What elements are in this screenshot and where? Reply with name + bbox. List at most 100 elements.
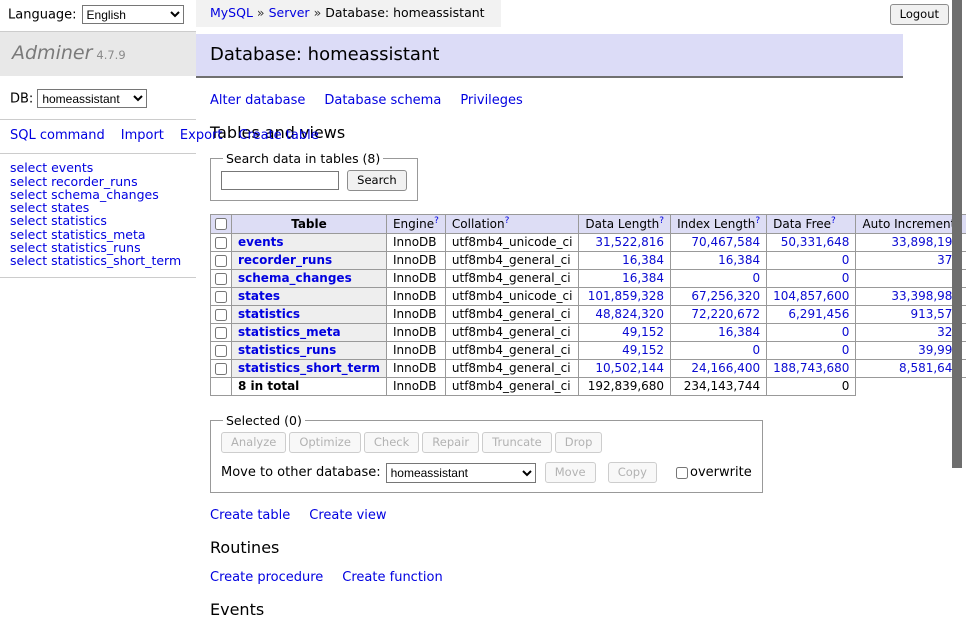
engine-cell: InnoDB [386, 360, 445, 378]
routines-heading: Routines [210, 538, 903, 557]
table-link-statistics[interactable]: statistics [238, 307, 300, 321]
row-checkbox-cell [211, 288, 232, 306]
sidebar-link-import[interactable]: Import [121, 128, 164, 143]
sidebar-item-select-statistics-runs[interactable]: select statistics_runs [10, 241, 186, 254]
header-checkbox-cell [211, 215, 232, 234]
search-legend: Search data in tables (8) [223, 151, 383, 166]
db-selector-row: DB:homeassistant [0, 76, 196, 120]
row-checkbox-states[interactable] [215, 291, 227, 303]
collation-cell: utf8mb4_general_ci [445, 342, 579, 360]
create-view-link[interactable]: Create view [309, 508, 386, 523]
row-checkbox-cell [211, 306, 232, 324]
overwrite-checkbox[interactable] [676, 467, 688, 479]
optimize-button[interactable]: Optimize [289, 432, 361, 453]
select-all-checkbox[interactable] [215, 218, 227, 230]
table-search-input[interactable] [221, 171, 339, 190]
table-row: recorder_runsInnoDButf8mb4_general_ci16,… [211, 252, 966, 270]
help-icon[interactable]: ? [434, 216, 439, 226]
logout-button[interactable]: Logout [890, 4, 949, 25]
table-header-row: TableEngine?Collation?Data Length?Index … [211, 215, 966, 234]
table-link-recorder_runs[interactable]: recorder_runs [238, 253, 332, 267]
table-name-cell: statistics_runs [232, 342, 387, 360]
collation-cell: utf8mb4_general_ci [445, 252, 579, 270]
breadcrumb-current: Database: homeassistant [325, 5, 484, 20]
analyze-button[interactable]: Analyze [221, 432, 286, 453]
move-button[interactable]: Move [545, 462, 596, 483]
row-checkbox-recorder_runs[interactable] [215, 255, 227, 267]
engine-cell: InnoDB [386, 270, 445, 288]
row-checkbox-statistics_runs[interactable] [215, 345, 227, 357]
language-select[interactable]: English [82, 5, 184, 24]
vertical-scrollbar[interactable] [952, 0, 962, 543]
table-name-cell: statistics [232, 306, 387, 324]
breadcrumb-separator: » [314, 5, 322, 20]
sidebar-table-links: select eventsselect recorder_runsselect … [0, 154, 196, 277]
table-link-statistics_runs[interactable]: statistics_runs [238, 343, 336, 357]
data-length-cell: 48,824,320 [579, 306, 671, 324]
sidebar-link-export[interactable]: Export [180, 128, 223, 143]
index-length-cell: 70,467,584 [671, 234, 767, 252]
help-icon[interactable]: ? [755, 216, 760, 226]
column-header-data-free: Data Free? [767, 215, 856, 234]
privileges-link[interactable]: Privileges [460, 93, 523, 108]
copy-button[interactable]: Copy [608, 462, 657, 483]
help-icon[interactable]: ? [831, 216, 836, 226]
index-length-cell: 0 [671, 270, 767, 288]
overwrite-label-wrap: overwrite [672, 465, 752, 480]
sidebar-item-select-events[interactable]: select events [10, 161, 186, 174]
row-checkbox-statistics[interactable] [215, 309, 227, 321]
table-link-events[interactable]: events [238, 235, 284, 249]
data-free-cell: 6,291,456 [767, 306, 856, 324]
move-label: Move to other database: [221, 465, 381, 480]
routine-links: Create procedure Create function [210, 570, 889, 585]
database-schema-link[interactable]: Database schema [324, 93, 441, 108]
help-icon[interactable]: ? [659, 216, 664, 226]
language-row: Language:English [0, 0, 196, 32]
table-link-schema_changes[interactable]: schema_changes [238, 271, 352, 285]
sidebar-item-select-statistics[interactable]: select statistics [10, 214, 186, 227]
create-function-link[interactable]: Create function [342, 570, 442, 585]
scrollbar-thumb[interactable] [952, 0, 962, 468]
table-row: schema_changesInnoDButf8mb4_general_ci16… [211, 270, 966, 288]
row-checkbox-schema_changes[interactable] [215, 273, 227, 285]
app-header: Adminer4.7.9 [0, 32, 196, 76]
breadcrumb-server[interactable]: Server [269, 5, 310, 20]
sidebar-item-select-recorder-runs[interactable]: select recorder_runs [10, 175, 186, 188]
create-procedure-link[interactable]: Create procedure [210, 570, 323, 585]
breadcrumb-mysql[interactable]: MySQL [210, 5, 253, 20]
search-button[interactable]: Search [347, 170, 407, 191]
table-link-statistics_short_term[interactable]: statistics_short_term [238, 361, 380, 375]
move-db-select[interactable]: homeassistant [386, 463, 536, 483]
sidebar-item-select-statistics-meta[interactable]: select statistics_meta [10, 228, 186, 241]
engine-cell: InnoDB [386, 252, 445, 270]
sidebar-link-create-table[interactable]: Create table [238, 128, 318, 143]
table-name-cell: recorder_runs [232, 252, 387, 270]
table-row: statisticsInnoDButf8mb4_general_ci48,824… [211, 306, 966, 324]
table-link-statistics_meta[interactable]: statistics_meta [238, 325, 341, 339]
alter-database-link[interactable]: Alter database [210, 93, 305, 108]
table-row: statistics_metaInnoDButf8mb4_general_ci4… [211, 324, 966, 342]
db-select[interactable]: homeassistant [37, 89, 147, 108]
create-table-link[interactable]: Create table [210, 508, 290, 523]
table-link-states[interactable]: states [238, 289, 280, 303]
sidebar-link-sql-command[interactable]: SQL command [10, 128, 105, 143]
help-icon[interactable]: ? [505, 216, 510, 226]
row-checkbox-events[interactable] [215, 237, 227, 249]
sidebar-item-select-statistics-short-term[interactable]: select statistics_short_term [10, 254, 186, 267]
data-length-cell: 16,384 [579, 252, 671, 270]
index-length-cell: 67,256,320 [671, 288, 767, 306]
data-free-cell: 0 [767, 270, 856, 288]
index-length-cell: 16,384 [671, 252, 767, 270]
data-free-cell: 104,857,600 [767, 288, 856, 306]
row-checkbox-cell [211, 270, 232, 288]
truncate-button[interactable]: Truncate [482, 432, 552, 453]
row-checkbox-statistics_short_term[interactable] [215, 363, 227, 375]
collation-cell: utf8mb4_unicode_ci [445, 288, 579, 306]
drop-button[interactable]: Drop [555, 432, 603, 453]
row-checkbox-statistics_meta[interactable] [215, 327, 227, 339]
auto-increment-cell: 8,581,645 [856, 360, 966, 378]
sidebar-item-select-states[interactable]: select states [10, 201, 186, 214]
sidebar-item-select-schema-changes[interactable]: select schema_changes [10, 188, 186, 201]
check-button[interactable]: Check [364, 432, 419, 453]
repair-button[interactable]: Repair [422, 432, 479, 453]
